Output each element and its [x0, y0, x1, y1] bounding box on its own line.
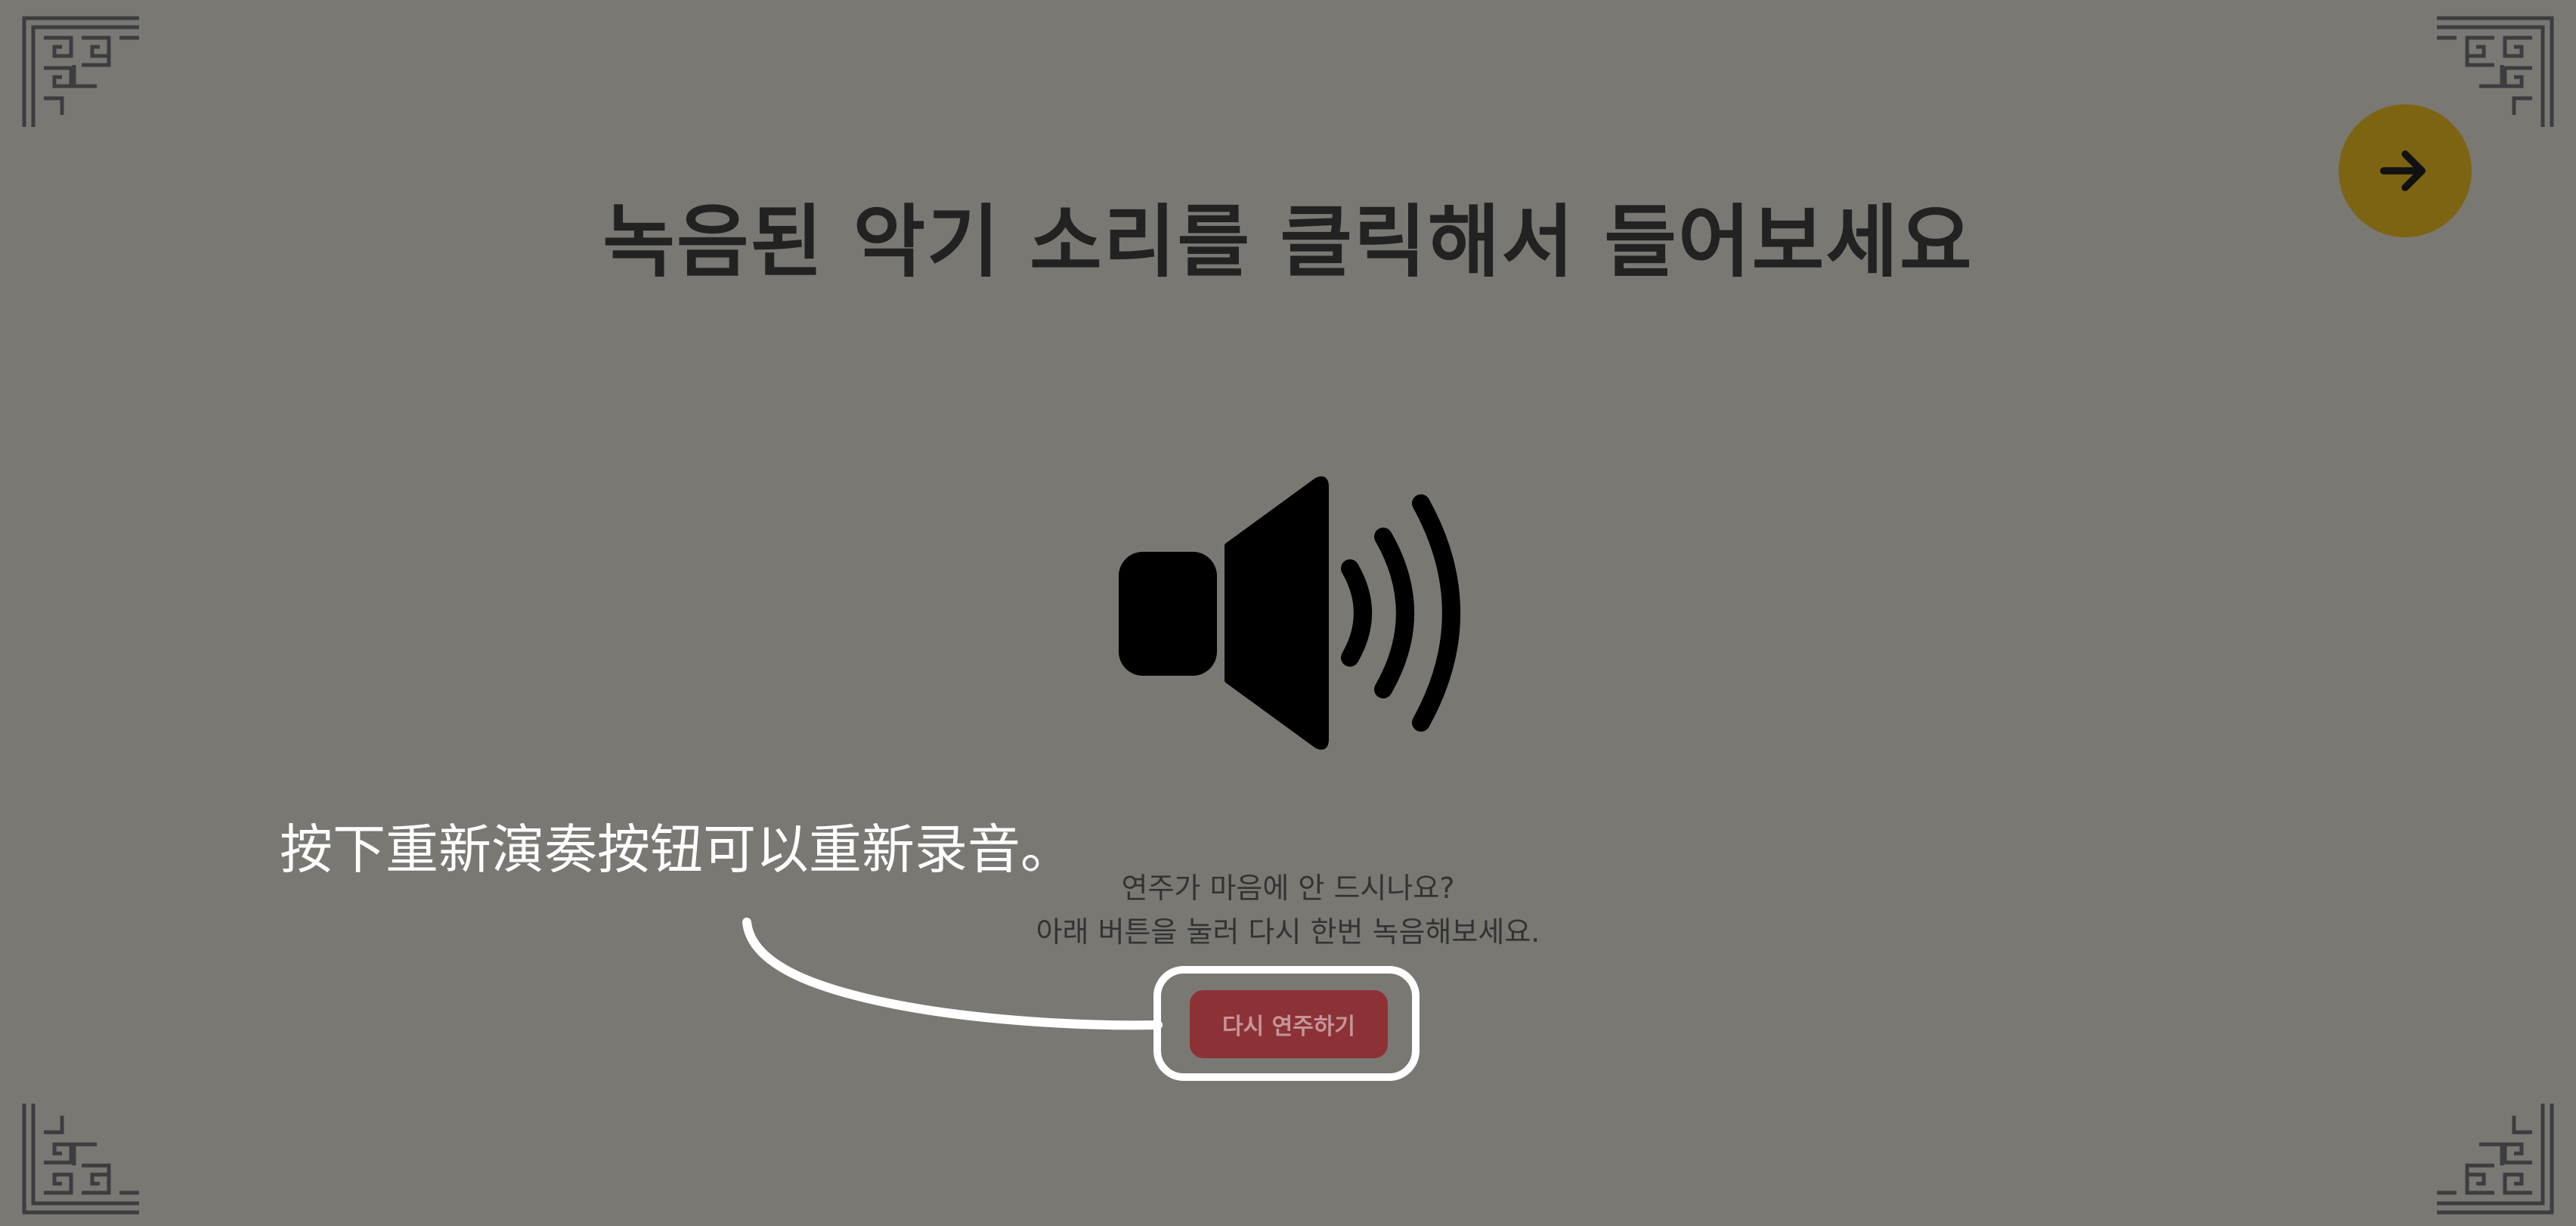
corner-ornament-bottom-right: [2434, 1104, 2555, 1215]
page-title: 녹음된 악기 소리를 클릭해서 들어보세요: [602, 196, 1974, 288]
annotation-text: 按下重新演奏按钮可以重新录音。: [280, 819, 1073, 881]
replay-button[interactable]: 다시 연주하기: [1190, 990, 1388, 1058]
corner-ornament-bottom-left: [21, 1104, 142, 1215]
speaker-volume-icon: [1119, 476, 1460, 750]
recorded-sound-play-button[interactable]: [1111, 476, 1472, 750]
corner-ornament-top-left: [21, 15, 142, 127]
corner-ornament-top-right: [2434, 15, 2555, 127]
callout-curve: [742, 918, 1163, 1030]
